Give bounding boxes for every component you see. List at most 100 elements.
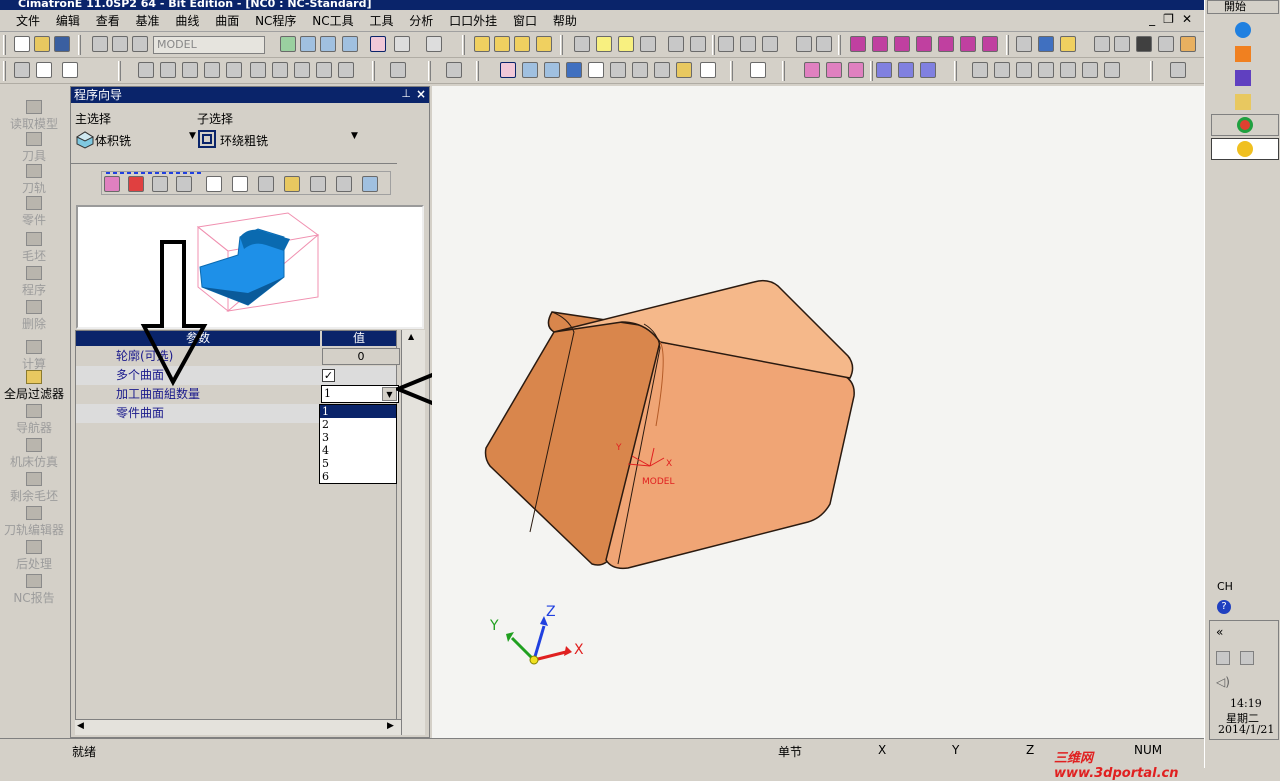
view-front-icon[interactable]	[872, 36, 888, 52]
exit-icon[interactable]	[362, 176, 378, 192]
left-item-load-model[interactable]: 读取模型	[0, 100, 68, 132]
pointer-icon[interactable]	[446, 62, 462, 78]
shape-1-icon[interactable]	[804, 62, 820, 78]
taskbar-item-cimatron[interactable]	[1211, 138, 1279, 160]
tray-expand-icon[interactable]: «	[1216, 625, 1223, 639]
line-type-icon[interactable]	[1114, 36, 1130, 52]
delete-doc-icon[interactable]	[700, 62, 716, 78]
player-icon[interactable]	[1235, 70, 1251, 86]
shaded-view-icon[interactable]	[370, 36, 386, 52]
view-left-icon[interactable]	[960, 36, 976, 52]
curve-2-icon[interactable]	[160, 62, 176, 78]
minimize-icon[interactable]: _	[1149, 12, 1163, 26]
left-item-global-filter[interactable]: 全局过滤器	[0, 370, 68, 402]
menu-surface[interactable]: 曲面	[215, 10, 239, 30]
pan-icon[interactable]	[320, 36, 336, 52]
rotate-icon[interactable]	[342, 36, 358, 52]
menu-nc-tools[interactable]: NC工具	[312, 10, 353, 30]
graphics-viewport[interactable]: X Y MODEL X Z Y	[432, 86, 1204, 738]
left-item-tool[interactable]: 刀具	[0, 132, 68, 164]
render-icon[interactable]	[426, 36, 442, 52]
surface-select-icon[interactable]	[176, 176, 192, 192]
layer-2-icon[interactable]	[494, 36, 510, 52]
undo-icon[interactable]	[1170, 62, 1186, 78]
panel-close-icon[interactable]: ×	[416, 87, 426, 101]
cursor-icon[interactable]	[36, 62, 52, 78]
curve-3-icon[interactable]	[182, 62, 198, 78]
shape-3-icon[interactable]	[848, 62, 864, 78]
menu-edit[interactable]: 编辑	[56, 10, 80, 30]
eraser-icon[interactable]	[1104, 62, 1120, 78]
save-params-icon[interactable]	[284, 176, 300, 192]
select-icon[interactable]	[14, 62, 30, 78]
restore-icon[interactable]: ❐	[1163, 12, 1182, 26]
menu-nc-program[interactable]: NC程序	[255, 10, 296, 30]
layer-3-icon[interactable]	[514, 36, 530, 52]
menu-window[interactable]: 窗口	[513, 10, 537, 30]
scroll-left-icon[interactable]: ◀	[77, 721, 84, 731]
dropdown-option[interactable]: 4	[320, 444, 396, 457]
left-item-machine-sim[interactable]: 机床仿真	[0, 438, 68, 470]
light-icon[interactable]	[596, 36, 612, 52]
fill-color-icon[interactable]	[1060, 36, 1076, 52]
grid-icon[interactable]	[1016, 36, 1032, 52]
curve-4-icon[interactable]	[204, 62, 220, 78]
menu-curve[interactable]: 曲线	[175, 10, 199, 30]
curve-5-icon[interactable]	[226, 62, 242, 78]
brush-icon[interactable]	[1158, 36, 1174, 52]
save-icon[interactable]	[54, 36, 70, 52]
pin-icon[interactable]: ⊥	[401, 87, 411, 100]
paste-icon[interactable]	[816, 36, 832, 52]
multi-surface-checkbox[interactable]: ✓	[322, 369, 335, 382]
edit-icon[interactable]	[750, 62, 766, 78]
network-icon[interactable]	[1216, 651, 1230, 665]
pen-icon[interactable]	[1094, 36, 1110, 52]
export-icon[interactable]	[232, 176, 248, 192]
line-3-icon[interactable]	[1038, 62, 1054, 78]
dropdown-arrow-icon[interactable]: ▼	[382, 387, 397, 401]
main-select-dropdown[interactable]: 体积铣 ▼	[75, 129, 196, 151]
tree-structure-icon[interactable]	[718, 36, 734, 52]
dropdown-option[interactable]: 6	[320, 470, 396, 483]
folder-icon[interactable]	[676, 62, 692, 78]
menu-datum[interactable]: 基准	[136, 10, 160, 30]
taskbar-item-chrome[interactable]	[1211, 114, 1279, 136]
menu-tools[interactable]: 工具	[369, 10, 393, 30]
menu-view[interactable]: 查看	[96, 10, 120, 30]
line-1-icon[interactable]	[972, 62, 988, 78]
help-circle-icon[interactable]: ?	[1217, 600, 1231, 614]
menu-file[interactable]: 文件	[16, 10, 40, 30]
nc-wizard-icon[interactable]	[500, 62, 516, 78]
scroll-up-icon[interactable]: ▲	[408, 332, 414, 341]
table-icon[interactable]	[1038, 36, 1054, 52]
volume-icon[interactable]: ◁)	[1216, 675, 1230, 689]
model-combo[interactable]: MODEL	[153, 36, 265, 54]
wireframe-view-icon[interactable]	[394, 36, 410, 52]
find-icon[interactable]	[258, 176, 274, 192]
view-right-icon[interactable]	[982, 36, 998, 52]
axis-2-icon[interactable]	[898, 62, 914, 78]
view-top-icon[interactable]	[916, 36, 932, 52]
shape-2-icon[interactable]	[826, 62, 842, 78]
left-item-procedure[interactable]: 程序	[0, 266, 68, 298]
surface-group-count-select[interactable]: 1 ▼	[321, 385, 399, 403]
curve-8-icon[interactable]	[294, 62, 310, 78]
line-width-icon[interactable]	[1136, 36, 1152, 52]
left-item-navigator[interactable]: 导航器	[0, 404, 68, 436]
dimension-icon[interactable]	[740, 36, 756, 52]
light-dim-icon[interactable]	[640, 36, 656, 52]
tree-icon[interactable]	[92, 36, 108, 52]
dropdown-option[interactable]: 3	[320, 431, 396, 444]
view-back-icon[interactable]	[894, 36, 910, 52]
menu-analysis[interactable]: 分析	[409, 10, 433, 30]
part-select-icon[interactable]	[152, 176, 168, 192]
lang-indicator[interactable]: CH	[1217, 580, 1233, 593]
note-icon[interactable]	[654, 62, 670, 78]
left-item-stock[interactable]: 毛坯	[0, 232, 68, 264]
display-icon[interactable]	[1240, 651, 1254, 665]
cube-color-icon[interactable]	[1180, 36, 1196, 52]
box-select-icon[interactable]	[62, 62, 78, 78]
nc-list-icon[interactable]	[522, 62, 538, 78]
sub-select-dropdown[interactable]: 环绕粗铣 ▼	[197, 129, 358, 151]
curve-9-icon[interactable]	[316, 62, 332, 78]
